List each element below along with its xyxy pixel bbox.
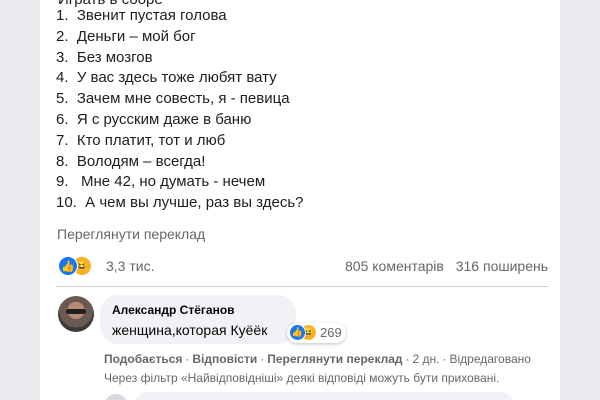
comment-reactions[interactable]: 👍 😆 269 <box>287 323 346 343</box>
post-stats: 805 коментарів 316 поширень <box>337 258 548 274</box>
shares-count-link[interactable]: 316 поширень <box>456 258 548 274</box>
translate-button[interactable]: Переглянути переклад <box>267 352 402 366</box>
list-item: 6. Я с русским даже в баню <box>56 110 252 128</box>
list-item: 4. У вас здесь тоже любят вату <box>56 69 277 87</box>
see-translation-link[interactable]: Переглянути переклад <box>57 226 205 242</box>
like-icon: 👍 <box>289 324 306 341</box>
reaction-count[interactable]: 3,3 тис. <box>106 258 154 274</box>
comment-author[interactable]: Александр Стёганов <box>112 303 235 317</box>
reply-row <box>100 392 540 400</box>
list-item: 10. А чем вы лучше, раз вы здесь? <box>56 194 304 212</box>
separator-dot: · <box>405 352 410 366</box>
list-item: 9. Мне 42, но думать - нечем <box>56 173 266 191</box>
separator-dot: · <box>185 352 190 366</box>
list-item: 2. Деньги – мой бог <box>56 27 196 45</box>
list-item: 8. Володям – всегда! <box>56 152 206 170</box>
list-item: 1. Звенит пустая голова <box>56 7 227 24</box>
reply-input[interactable] <box>134 392 514 400</box>
filter-note: Через фільтр «Найвідповідніші» деякі від… <box>104 371 500 385</box>
separator-dot: · <box>442 352 447 366</box>
list-item: 7. Кто платит, тот и люб <box>56 131 226 149</box>
list-item: 5. Зачем мне совесть, я - певица <box>56 90 290 108</box>
divider <box>56 286 548 287</box>
avatar-glasses <box>66 309 86 314</box>
reply-button[interactable]: Відповісти <box>192 352 257 366</box>
list-item: 3. Без мозгов <box>56 48 153 66</box>
comment-text: женщина,которая Куёёк <box>112 322 268 338</box>
comment-actions: Подобається · Відповісти · Переглянути перек… <box>104 352 531 366</box>
like-button[interactable]: Подобається <box>104 352 182 366</box>
comment-bubble: Александр Стёганов женщина,которая Куёёк <box>100 295 296 344</box>
reactions-row: 👍 😆 3,3 тис. 805 коментарів 316 поширень <box>58 256 548 278</box>
comment-reaction-count: 269 <box>320 325 342 340</box>
post-list: 1. Звенит пустая голова 2. Деньги – мой … <box>56 6 303 214</box>
avatar[interactable] <box>58 296 94 332</box>
reaction-icons[interactable]: 👍 😆 <box>58 256 98 276</box>
comment-time[interactable]: 2 дн. <box>413 352 440 366</box>
comments-count-link[interactable]: 805 коментарів <box>345 258 444 274</box>
avatar <box>104 394 128 400</box>
separator-dot: · <box>260 352 265 366</box>
edited-label: Відредаговано <box>449 352 531 366</box>
post-card: Играть в сборе 1. Звенит пустая голова 2… <box>40 0 560 400</box>
like-icon: 👍 <box>58 256 78 276</box>
